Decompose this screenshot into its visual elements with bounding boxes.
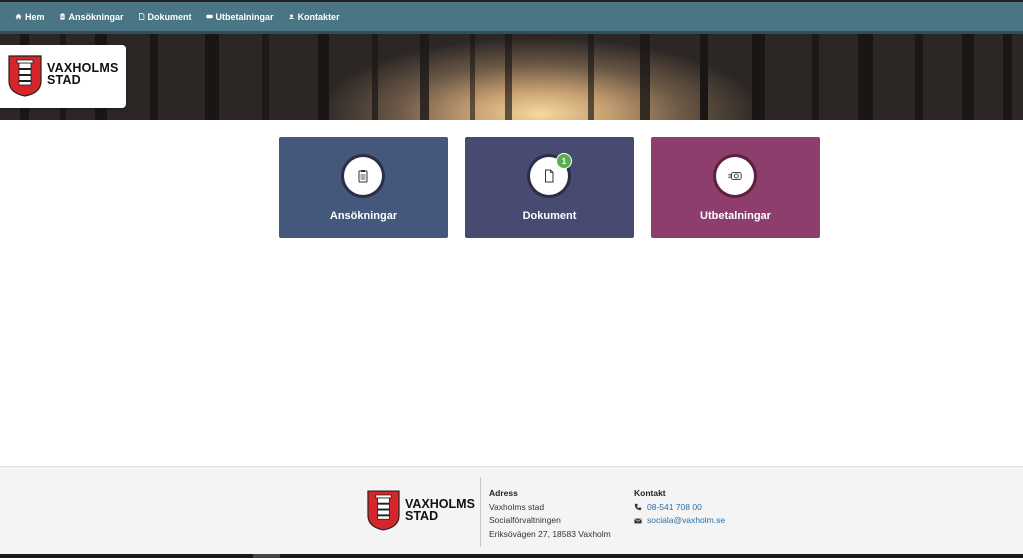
- footer-contact: Kontakt 08-541 708 00 sociala@vaxholm.se: [634, 487, 725, 528]
- nav-item-label: Utbetalningar: [215, 11, 274, 22]
- nav-item-label: Hem: [25, 11, 45, 22]
- card-ansokningar[interactable]: Ansökningar: [279, 137, 448, 238]
- hero-banner: [0, 34, 1023, 120]
- nav-item-utbetalningar[interactable]: Utbetalningar: [205, 11, 274, 22]
- address-line: Socialförvaltningen: [489, 515, 561, 525]
- nav-item-label: Dokument: [147, 11, 192, 22]
- card-label: Dokument: [522, 210, 577, 222]
- home-icon: [15, 13, 22, 20]
- nav-item-hem[interactable]: Hem: [15, 12, 45, 22]
- site-footer: VAXHOLMS STAD Adress Vaxholms stad Socia…: [0, 466, 1023, 555]
- phone-link[interactable]: 08-541 708 00: [647, 501, 702, 515]
- card-icon-circle: [713, 154, 757, 198]
- document-icon: [545, 169, 554, 183]
- card-dokument[interactable]: 1 Dokument: [465, 137, 634, 238]
- footer-divider: [480, 477, 481, 547]
- document-icon: [138, 13, 145, 20]
- footer-logo-text: VAXHOLMS STAD: [405, 498, 475, 523]
- card-label: Ansökningar: [329, 210, 398, 222]
- clipboard-icon: [59, 13, 66, 20]
- footer-address: Adress Vaxholms stad Socialförvaltningen…: [489, 487, 611, 541]
- nav-item-dokument[interactable]: Dokument: [138, 12, 192, 22]
- nav-item-label: Kontakter: [297, 11, 340, 22]
- nav-item-label: Ansökningar: [68, 11, 124, 22]
- phone-icon: [634, 503, 642, 511]
- clipboard-icon: [358, 170, 368, 183]
- address-heading: Adress: [489, 488, 518, 498]
- vaxholm-crest-icon: [367, 490, 400, 531]
- site-logo[interactable]: VAXHOLMS STAD: [0, 45, 126, 108]
- money-icon: [728, 172, 742, 180]
- address-line: Eriksövägen 27, 18583 Vaxholm: [489, 528, 611, 539]
- card-label: Utbetalningar: [700, 210, 771, 222]
- address-line: Vaxholms stad: [489, 501, 545, 512]
- main-nav: Hem Ansökningar Dokument Utbetalningar K…: [0, 2, 1023, 31]
- envelope-icon: [634, 517, 642, 525]
- nav-item-kontakter[interactable]: Kontakter: [288, 12, 340, 22]
- money-icon: [205, 13, 213, 20]
- logo-text: VAXHOLMS STAD: [47, 62, 119, 87]
- email-link[interactable]: sociala@vaxholm.se: [647, 514, 725, 528]
- contacts-icon: [288, 13, 295, 20]
- card-utbetalningar[interactable]: Utbetalningar: [651, 137, 820, 238]
- nav-item-ansokningar[interactable]: Ansökningar: [59, 12, 124, 22]
- logo-line2: STAD: [47, 73, 81, 87]
- vaxholm-crest-icon: [8, 55, 42, 97]
- footer-bottom-bar: [0, 554, 1023, 558]
- notification-badge: 1: [556, 153, 572, 169]
- footer-logo-line2: STAD: [405, 509, 439, 523]
- card-icon-circle: [341, 154, 385, 198]
- contact-heading: Kontakt: [634, 488, 666, 498]
